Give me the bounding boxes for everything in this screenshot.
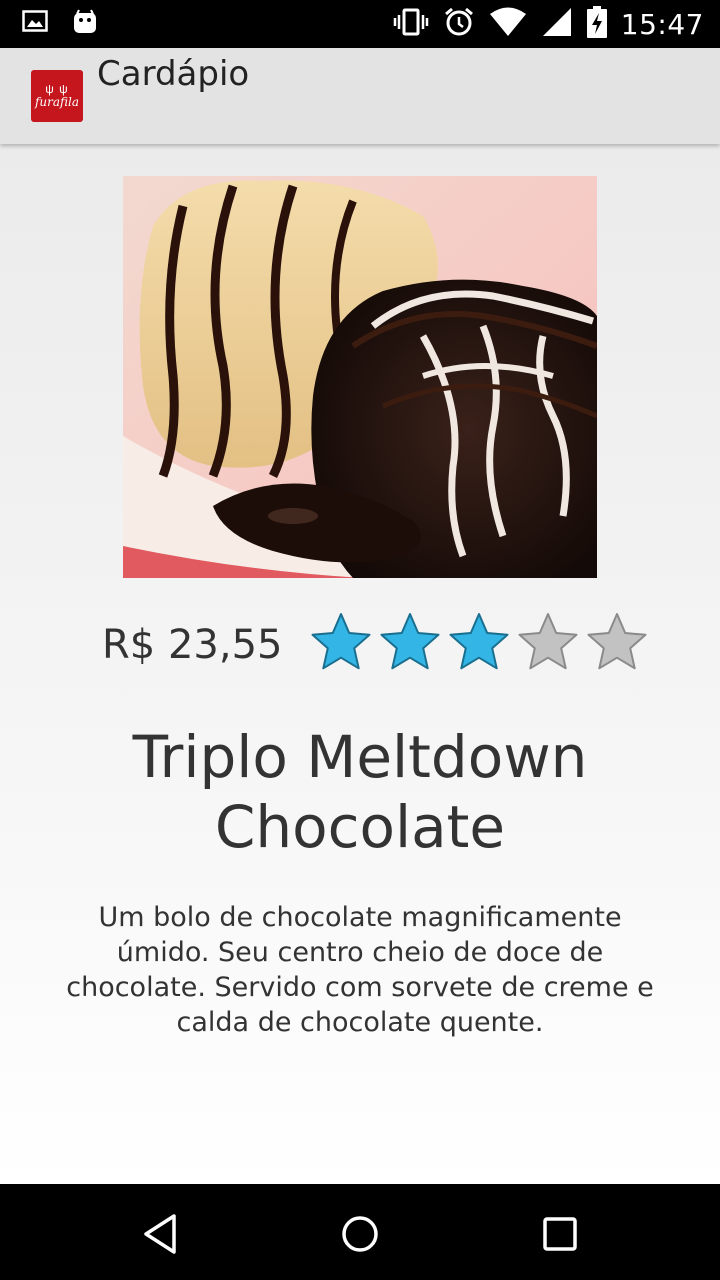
back-button[interactable]: [138, 1212, 182, 1256]
image-icon: [22, 9, 48, 38]
star-filled-icon[interactable]: [379, 612, 442, 672]
status-time: 15:47: [620, 8, 704, 41]
star-empty-icon[interactable]: [517, 612, 580, 672]
alarm-icon: [443, 6, 475, 43]
product-description: Um bolo de chocolate magnificamente úmid…: [66, 902, 654, 1038]
home-button[interactable]: [338, 1212, 382, 1256]
vibrate-icon: [393, 7, 429, 42]
cutlery-icon: ψ ψ: [45, 82, 69, 96]
star-filled-icon[interactable]: [448, 612, 511, 672]
product-image: [123, 176, 597, 578]
recents-icon: [543, 1217, 577, 1251]
home-icon: [342, 1216, 378, 1252]
product-price: R$ 23,55: [102, 622, 283, 668]
status-bar: 15:47: [0, 0, 720, 48]
back-icon: [144, 1214, 176, 1254]
product-name: Triplo Meltdown Chocolate: [132, 723, 588, 861]
android-icon: [72, 8, 98, 39]
signal-icon: [541, 7, 573, 42]
star-empty-icon[interactable]: [586, 612, 649, 672]
screen: 15:47 ψ ψ furafila Cardápio R$ 23,55 Tri…: [0, 0, 720, 1280]
app-logo-text: furafila: [34, 95, 80, 109]
recents-button[interactable]: [538, 1212, 582, 1256]
battery-charging-icon: [586, 6, 607, 43]
wifi-icon: [489, 7, 527, 42]
star-filled-icon[interactable]: [310, 612, 373, 672]
product-detail: R$ 23,55 Triplo Meltdown Chocolate Um bo…: [0, 144, 720, 1184]
rating-bar[interactable]: [310, 612, 649, 672]
navigation-bar: [0, 1184, 720, 1280]
app-logo[interactable]: ψ ψ furafila: [31, 70, 83, 122]
app-title: Cardápio: [97, 54, 250, 94]
